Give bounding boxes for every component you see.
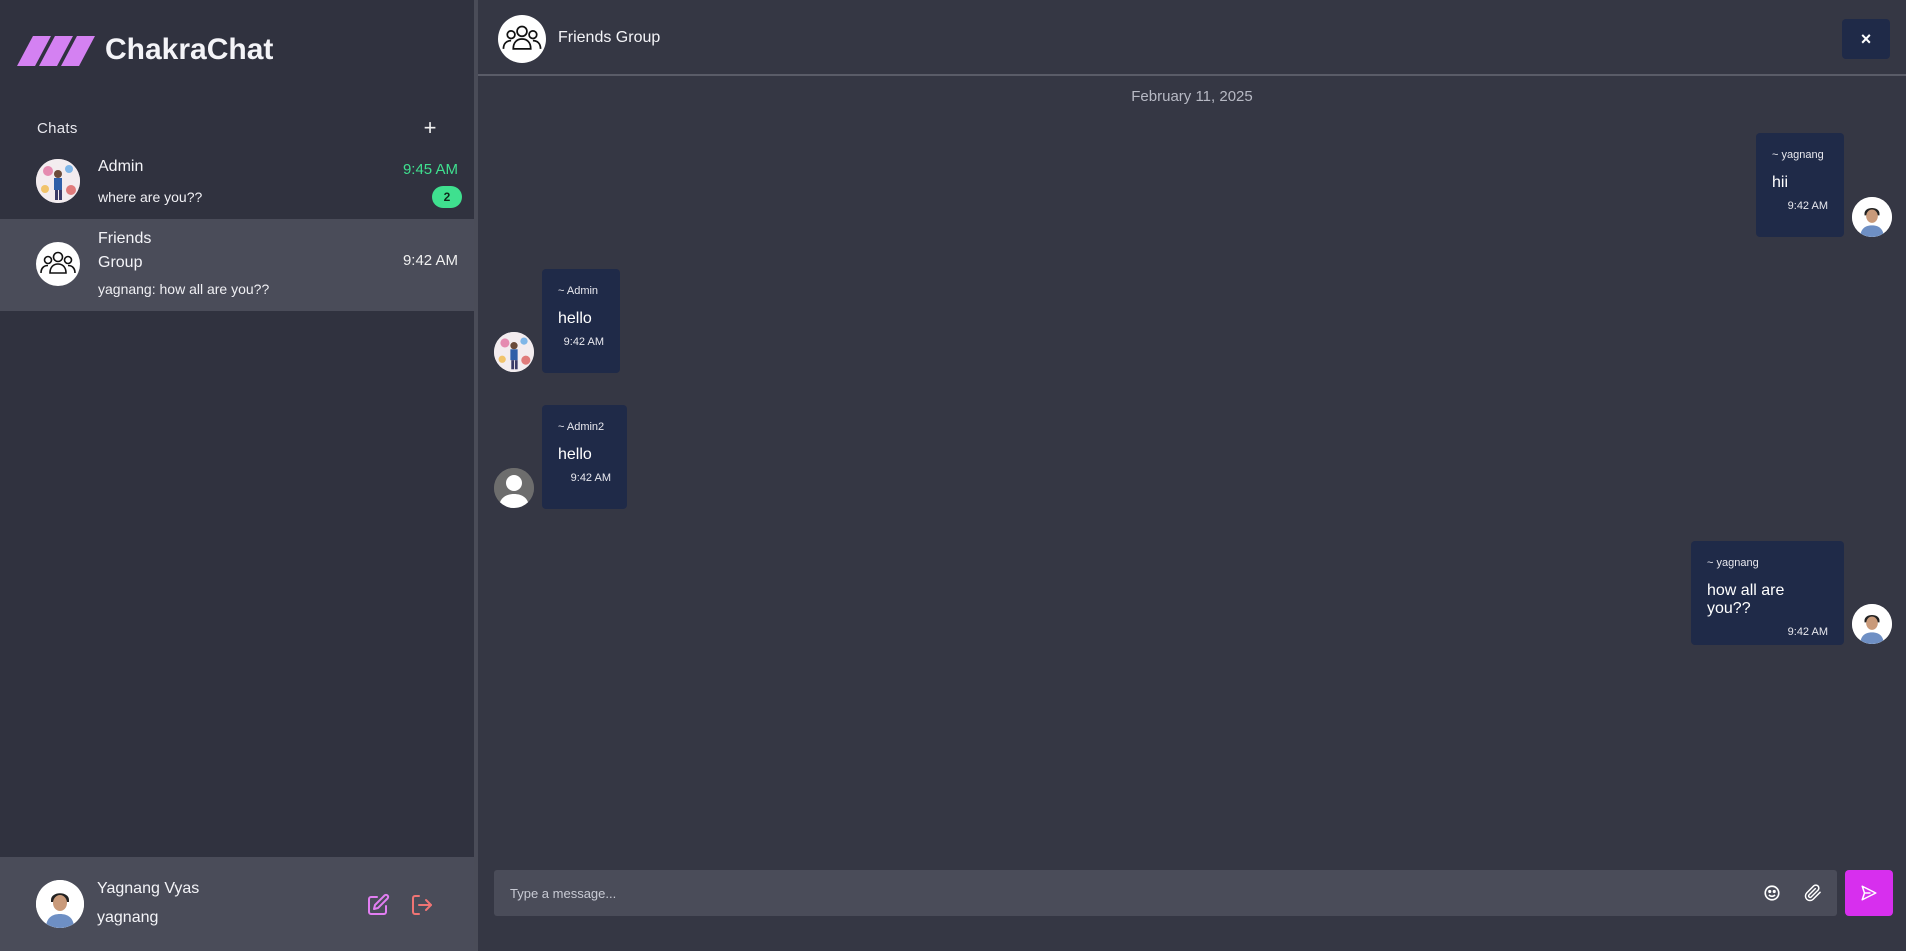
message-sender: ~ Admin2 [558, 421, 605, 433]
user-avatar [1852, 604, 1892, 644]
sidebar [0, 0, 474, 951]
chat-name: Admin [98, 158, 144, 175]
add-chat-button[interactable]: + [418, 115, 442, 140]
chat-item-admin[interactable]: Admin where are you?? 9:45 AM 2 [0, 145, 474, 219]
chat-time: 9:42 AM [402, 252, 458, 269]
message-text: hello [558, 446, 592, 463]
chat-time: 9:45 AM [402, 161, 458, 178]
message-time: 9:42 AM [563, 336, 604, 348]
brand-logo-icon [17, 32, 95, 68]
edit-profile-button[interactable] [365, 892, 391, 918]
unread-badge: 2 [432, 186, 462, 208]
default-avatar-icon [494, 468, 534, 508]
message-input[interactable] [510, 870, 1690, 916]
message-time: 9:42 AM [570, 472, 611, 484]
send-button[interactable] [1845, 870, 1893, 916]
sidebar-divider[interactable] [474, 0, 478, 951]
message-time: 9:42 AM [1787, 626, 1828, 638]
message-sender: ~ yagnang [1772, 149, 1824, 161]
chat-header: Friends Group × [478, 0, 1906, 76]
message-bubble-incoming[interactable]: ~ Admin2 hello 9:42 AM [542, 405, 627, 509]
edit-icon [368, 893, 390, 915]
message-time: 9:42 AM [1787, 200, 1828, 212]
close-button[interactable]: × [1842, 19, 1890, 59]
admin-avatar [36, 159, 80, 203]
attach-button[interactable] [1802, 882, 1824, 904]
message-sender: ~ yagnang [1707, 557, 1759, 569]
emoji-icon [1764, 885, 1780, 901]
message-bubble-incoming[interactable]: ~ Admin hello 9:42 AM [542, 269, 620, 373]
app-name: ChakraChat [105, 33, 274, 66]
chat-name-line1: Friends [98, 230, 152, 247]
chats-header: Chats + [37, 115, 442, 140]
paperclip-icon [1804, 884, 1821, 902]
chat-item-friends-group[interactable]: Friends Group yagnang: how all are you??… [0, 219, 474, 311]
send-icon [1861, 885, 1877, 901]
emoji-button[interactable] [1761, 882, 1783, 904]
group-avatar[interactable] [498, 15, 546, 63]
chat-name-line2: Group [98, 254, 143, 271]
group-avatar [36, 242, 80, 286]
logout-button[interactable] [409, 892, 435, 918]
chat-preview: where are you?? [98, 189, 203, 205]
admin-avatar [494, 332, 534, 372]
user-avatar[interactable] [36, 880, 84, 928]
profile-username: yagnang [97, 909, 159, 926]
message-bubble-outgoing[interactable]: ~ yagnang how all are you?? 9:42 AM [1691, 541, 1844, 645]
logout-icon [412, 895, 432, 915]
user-avatar [1852, 197, 1892, 237]
chat-preview: yagnang: how all are you?? [98, 281, 270, 297]
message-text: how all are you?? [1707, 582, 1785, 617]
brand: ChakraChat [17, 30, 273, 70]
chats-title: Chats [37, 119, 78, 137]
message-text: hello [558, 310, 592, 327]
message-sender: ~ Admin [558, 285, 599, 297]
message-text: hii [1772, 174, 1789, 191]
message-bubble-outgoing[interactable]: ~ yagnang hii 9:42 AM [1756, 133, 1844, 237]
profile-name: Yagnang Vyas [97, 880, 200, 897]
conversation-title[interactable]: Friends Group [558, 29, 660, 47]
date-separator: February 11, 2025 [1131, 88, 1253, 105]
profile-bar [0, 857, 474, 951]
message-composer [494, 870, 1837, 916]
